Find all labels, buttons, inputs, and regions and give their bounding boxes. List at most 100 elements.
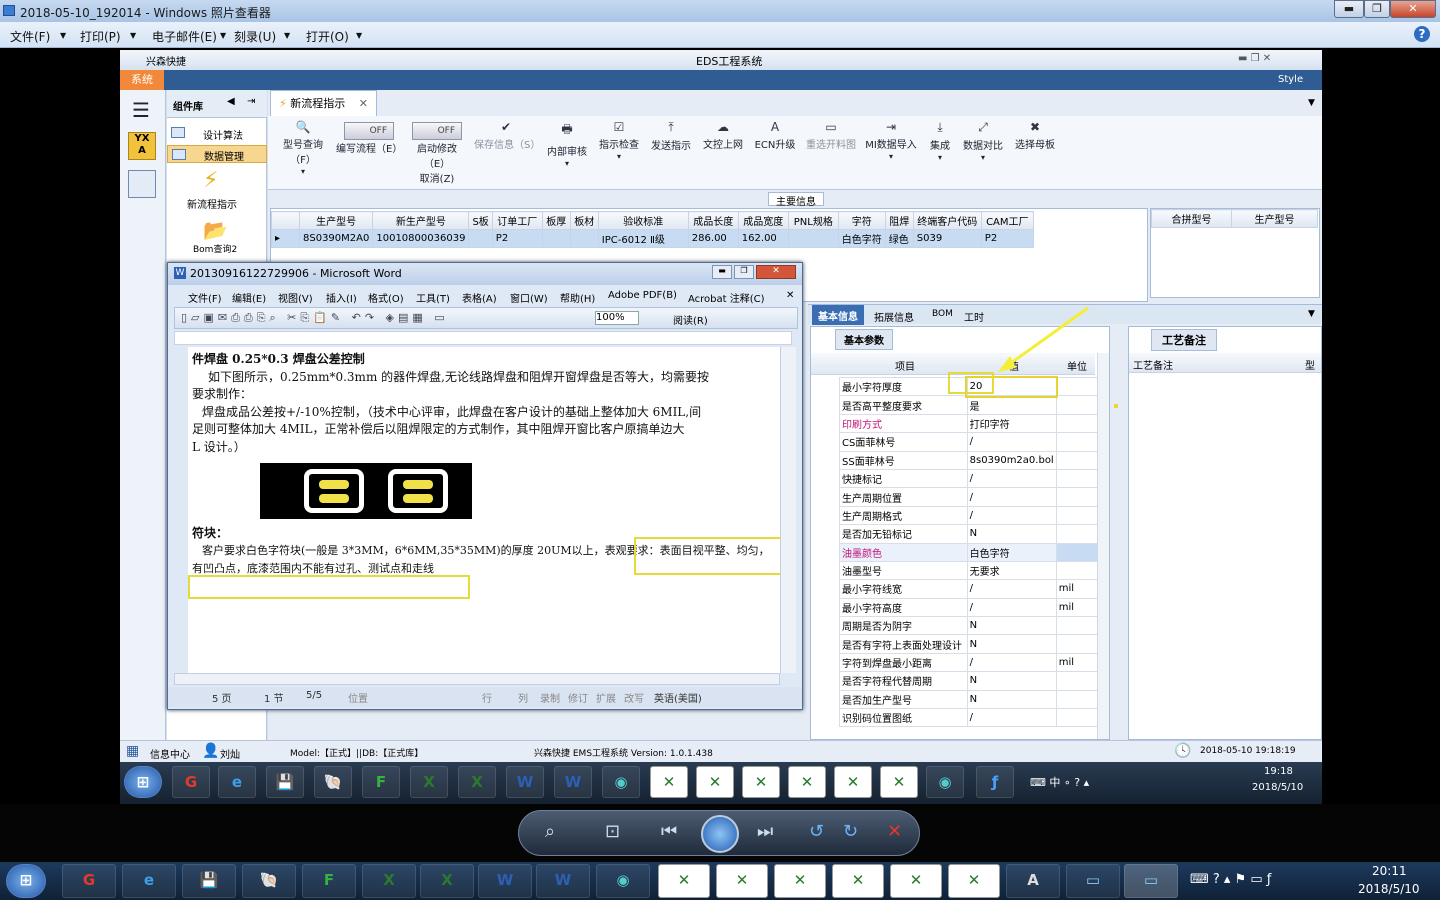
ie-icon[interactable]: e (122, 864, 176, 898)
tray-icons[interactable]: ⌨ ? ▴ ⚑ ▭ ƒ (1190, 872, 1271, 887)
taskbar: ⊞ G e 💾 🐚 F X X W W ◉ ✕ ✕ ✕ ✕ ✕ ✕ A ▭ ▭ … (0, 862, 1440, 900)
close-button[interactable]: ✕ (1390, 0, 1436, 18)
status-section: 1 节 (264, 694, 284, 705)
word-menu-table[interactable]: 表格(A) (462, 290, 497, 305)
word-menu-edit[interactable]: 编辑(E) (232, 290, 266, 305)
zoom-select[interactable]: 100% (595, 311, 639, 325)
restore-button[interactable]: ❐ (1364, 0, 1390, 18)
word-menu-acrobat[interactable]: Acrobat 注释(C) (688, 290, 765, 305)
app-g-icon[interactable]: G (62, 864, 116, 898)
word-menu-window[interactable]: 窗口(W) (510, 290, 548, 305)
app-f-icon[interactable]: F (302, 864, 356, 898)
word-menu-bar: 文件(F) 编辑(E) 视图(V) 插入(I) 格式(O) 工具(T) 表格(A… (174, 287, 798, 305)
clock-date: 2018/5/10 (1358, 882, 1420, 896)
viewer-menu-bar: 文件(F) 打印(P) 电子邮件(E) 刻录(U) 打开(O) ▼ ▼ ▼ ▼ … (0, 22, 1440, 48)
word-menu-file[interactable]: 文件(F) (188, 290, 222, 305)
read-mode-button[interactable]: 阅读(R) (673, 312, 708, 327)
word-title: 20130916122729906 - Microsoft Word (190, 267, 402, 280)
menu-file[interactable]: 文件(F) (10, 28, 50, 45)
status-column: 列 (518, 694, 528, 705)
word-menu-tools[interactable]: 工具(T) (416, 290, 450, 305)
word-icon[interactable]: W (478, 864, 532, 898)
horizontal-scrollbar[interactable] (174, 673, 780, 685)
word-minimize-button[interactable]: ▬ (712, 265, 732, 279)
document-page[interactable]: 件焊盘 0.25*0.3 焊盘公差控制 如下图所示，0.25mm*0.3mm 的… (188, 347, 784, 673)
toolbar-icons[interactable]: ▯▱▣✉⎙⎙⎘⌕ ✂⎘📋✎ ↶↷ ◈▤▦ ▭ (181, 311, 449, 325)
word-restore-button[interactable]: ❐ (734, 265, 754, 279)
highlight-box (634, 537, 782, 575)
xls-file-icon[interactable]: ✕ (832, 864, 884, 898)
chevron-down-icon: ▼ (356, 31, 363, 40)
menu-open[interactable]: 打开(O) (306, 28, 349, 45)
pad-figure (260, 462, 472, 519)
photo-viewer-taskbar-icon[interactable]: ▭ (1066, 864, 1120, 898)
rotate-ccw-icon[interactable]: ↺ (809, 821, 824, 842)
help-icon[interactable]: ? (1414, 26, 1430, 42)
ruler[interactable] (174, 331, 792, 345)
word-title-bar: W 20130916122729906 - Microsoft Word ▬ ❐… (168, 263, 802, 285)
chevron-down-icon: ▼ (60, 31, 67, 40)
status-language[interactable]: 英语(美国) (654, 690, 702, 705)
xls-file-icon[interactable]: ✕ (716, 864, 768, 898)
xls-file-icon[interactable]: ✕ (890, 864, 942, 898)
viewer-controls: ⌕ ⊡ ⏮ ⏭ ↺ ↻ ✕ (518, 810, 920, 856)
doc-paragraph: 焊盘成品公差按+/-10%控制，（技术中心评审，此焊盘在客户设计的基础上整体加大… (202, 404, 702, 419)
next-icon[interactable]: ⏭ (757, 821, 773, 842)
status-page-count: 5/5 (306, 690, 323, 701)
word-window: W 20130916122729906 - Microsoft Word ▬ ❐… (167, 262, 803, 710)
status-overwrite[interactable]: 改写 (624, 690, 644, 705)
doc-paragraph: 如下图所示，0.25mm*0.3mm 的器件焊盘,无论线路焊盘和阻焊开窗焊盘是否… (208, 369, 709, 384)
pad-shape (388, 468, 448, 513)
word-menu-format[interactable]: 格式(O) (368, 290, 404, 305)
rotate-cw-icon[interactable]: ↻ (843, 821, 858, 842)
status-position: 位置 (348, 694, 368, 705)
word-toolbar: ▯▱▣✉⎙⎙⎘⌕ ✂⎘📋✎ ↶↷ ◈▤▦ ▭ 100% 阅读(R) (174, 307, 798, 329)
word-app-icon: W (174, 267, 186, 279)
word-menu-help[interactable]: 帮助(H) (560, 290, 595, 305)
status-line: 行 (482, 694, 492, 705)
close-doc-icon[interactable]: ✕ (786, 290, 794, 301)
arrow-line (1003, 306, 1089, 370)
slideshow-icon[interactable] (701, 815, 739, 853)
menu-print[interactable]: 打印(P) (80, 28, 121, 45)
word-menu-view[interactable]: 视图(V) (278, 290, 313, 305)
doc-paragraph: 足则可整体加大 4MIL，正常补偿后以阻焊限定的方式制作，其中阻焊开窗比客户原搞… (192, 422, 685, 437)
menu-burn[interactable]: 刻录(U) (234, 28, 276, 45)
xls-file-icon[interactable]: ✕ (658, 864, 710, 898)
menu-email[interactable]: 电子邮件(E) (152, 28, 217, 45)
save-disk-icon[interactable]: 💾 (182, 864, 236, 898)
chevron-down-icon: ▼ (130, 31, 137, 40)
status-extend[interactable]: 扩展 (596, 690, 616, 705)
status-track[interactable]: 修订 (568, 690, 588, 705)
status-record[interactable]: 录制 (540, 690, 560, 705)
highlight-box (188, 575, 470, 599)
excel-icon[interactable]: X (420, 864, 474, 898)
delete-icon[interactable]: ✕ (887, 821, 902, 842)
minimize-button[interactable]: ▬ (1334, 0, 1364, 18)
start-button[interactable]: ⊞ (6, 864, 46, 898)
arrow-head (998, 356, 1016, 372)
chevron-down-icon: ▼ (284, 31, 291, 40)
shell-icon[interactable]: 🐚 (242, 864, 296, 898)
eye-app-icon[interactable]: ◉ (596, 864, 650, 898)
word-status-bar: 5 页 1 节 5/5 位置 行 列 录制 修订 扩展 改写 英语(美国) (168, 687, 802, 707)
excel-icon[interactable]: X (362, 864, 416, 898)
doc-paragraph: 要求制作： (192, 387, 253, 402)
word-icon[interactable]: W (536, 864, 590, 898)
viewer-control-area: ⌕ ⊡ ⏮ ⏭ ↺ ↻ ✕ (0, 804, 1440, 862)
word-close-button[interactable]: ✕ (756, 265, 796, 279)
previous-icon[interactable]: ⏮ (661, 821, 677, 842)
vertical-scrollbar[interactable] (780, 347, 796, 673)
word-menu-insert[interactable]: 插入(I) (326, 290, 357, 305)
xls-file-icon[interactable]: ✕ (774, 864, 826, 898)
xls-file-icon[interactable]: ✕ (948, 864, 1000, 898)
clock-time: 20:11 (1372, 864, 1407, 878)
zoom-icon[interactable]: ⌕ (545, 821, 555, 842)
actual-size-icon[interactable]: ⊡ (605, 821, 620, 842)
doc-heading: 件焊盘 0.25*0.3 焊盘公差控制 (192, 352, 365, 366)
text-app-icon[interactable]: A (1006, 864, 1060, 898)
chevron-down-icon: ▼ (220, 31, 227, 40)
word-menu-adobe-pdf[interactable]: Adobe PDF(B) (608, 290, 677, 301)
pad-shape (304, 468, 364, 513)
photo-viewer-taskbar-icon[interactable]: ▭ (1124, 864, 1178, 898)
